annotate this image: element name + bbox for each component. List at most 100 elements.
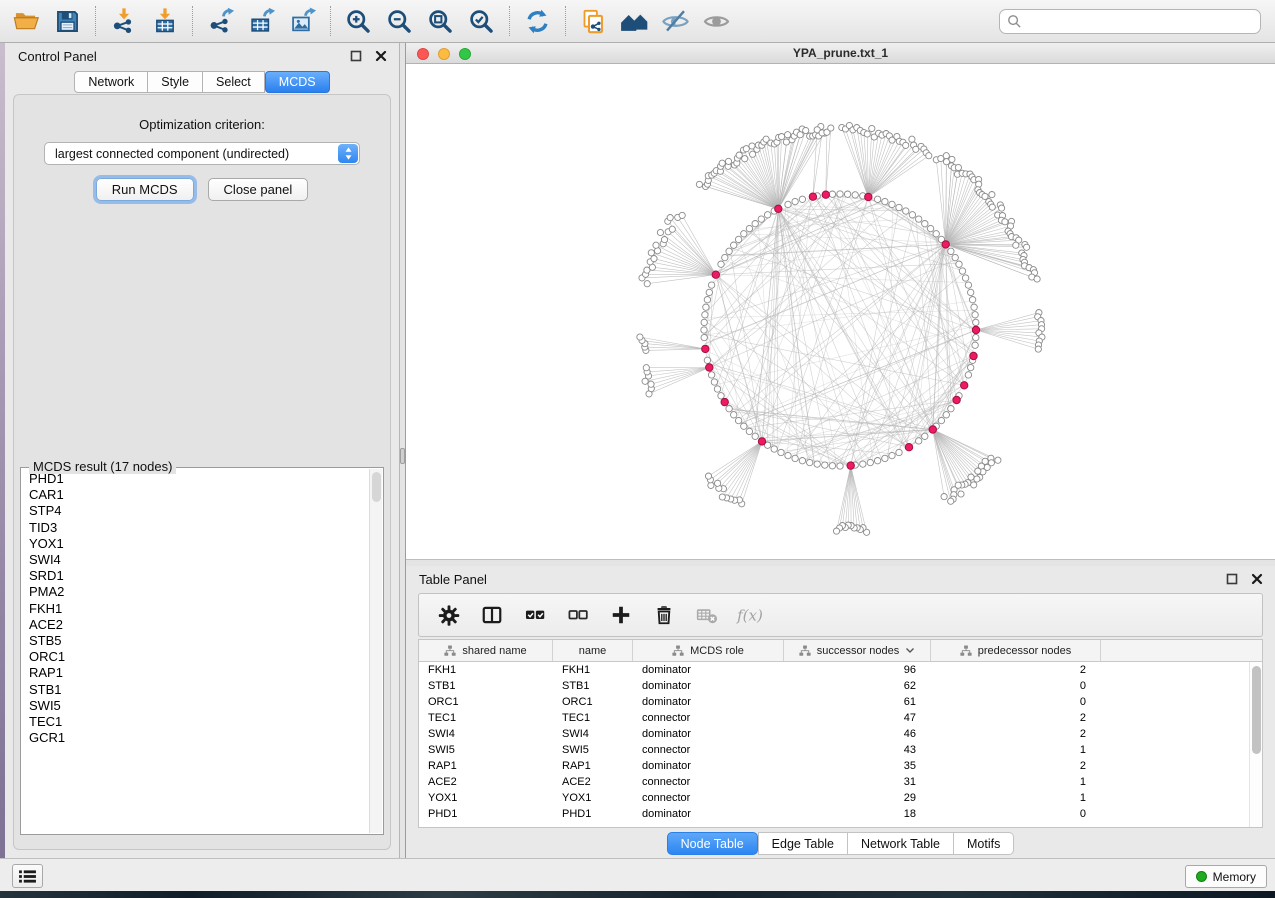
network-node[interactable] bbox=[882, 198, 888, 204]
table-cell[interactable]: connector bbox=[633, 774, 784, 790]
network-node[interactable] bbox=[702, 312, 708, 318]
float-panel-icon[interactable] bbox=[350, 50, 362, 62]
close-panel-button[interactable]: Close panel bbox=[208, 178, 309, 201]
network-node[interactable] bbox=[667, 215, 673, 221]
network-node[interactable] bbox=[719, 160, 725, 166]
network-node[interactable] bbox=[903, 142, 909, 148]
mcds-result-item[interactable]: CAR1 bbox=[22, 487, 368, 503]
table-cell[interactable]: 0 bbox=[931, 694, 1101, 710]
network-node[interactable] bbox=[726, 248, 732, 254]
network-node[interactable] bbox=[807, 459, 813, 465]
network-node[interactable] bbox=[874, 196, 880, 202]
mcds-network-node[interactable] bbox=[758, 438, 765, 445]
network-node[interactable] bbox=[844, 191, 850, 197]
table-cell[interactable]: 35 bbox=[784, 758, 931, 774]
network-node[interactable] bbox=[955, 164, 961, 170]
settings-gear-button[interactable] bbox=[435, 600, 463, 630]
table-row[interactable]: YOX1YOX1connector291 bbox=[419, 790, 1262, 806]
mcds-result-item[interactable]: YOX1 bbox=[22, 536, 368, 552]
open-folder-button[interactable] bbox=[6, 3, 47, 39]
table-row[interactable]: FKH1FKH1dominator962 bbox=[419, 662, 1262, 678]
export-network-button[interactable] bbox=[200, 3, 241, 39]
table-cell[interactable]: SWI5 bbox=[553, 742, 633, 758]
network-node[interactable] bbox=[653, 242, 659, 248]
mcds-result-item[interactable]: STB1 bbox=[22, 682, 368, 698]
column-header-MCDS-role[interactable]: MCDS role bbox=[633, 640, 784, 661]
table-cell[interactable]: PHD1 bbox=[553, 806, 633, 822]
network-node[interactable] bbox=[969, 297, 975, 303]
network-node[interactable] bbox=[814, 461, 820, 467]
network-node[interactable] bbox=[778, 449, 784, 455]
network-node[interactable] bbox=[889, 452, 895, 458]
network-node[interactable] bbox=[803, 127, 809, 133]
mcds-result-item[interactable]: PHD1 bbox=[22, 471, 368, 487]
split-panel-button[interactable] bbox=[478, 600, 506, 630]
table-cell[interactable]: ORC1 bbox=[419, 694, 553, 710]
eye-button[interactable] bbox=[696, 3, 737, 39]
table-cell[interactable]: 0 bbox=[931, 678, 1101, 694]
network-node[interactable] bbox=[708, 372, 714, 378]
network-node[interactable] bbox=[833, 528, 839, 534]
import-table-button[interactable] bbox=[144, 3, 185, 39]
table-cell[interactable]: SWI4 bbox=[419, 726, 553, 742]
network-node[interactable] bbox=[735, 417, 741, 423]
network-node[interactable] bbox=[889, 201, 895, 207]
network-node[interactable] bbox=[972, 342, 978, 348]
column-header-name[interactable]: name bbox=[553, 640, 633, 661]
network-node[interactable] bbox=[704, 357, 710, 363]
mcds-network-node[interactable] bbox=[942, 241, 949, 248]
table-cell[interactable]: ORC1 bbox=[553, 694, 633, 710]
network-node[interactable] bbox=[704, 297, 710, 303]
column-header-predecessor-nodes[interactable]: predecessor nodes bbox=[931, 640, 1101, 661]
mcds-result-item[interactable]: STP4 bbox=[22, 503, 368, 519]
network-node[interactable] bbox=[952, 254, 958, 260]
eye-slash-button[interactable] bbox=[655, 3, 696, 39]
table-scrollbar[interactable] bbox=[1249, 662, 1262, 827]
tab-edge-table[interactable]: Edge Table bbox=[758, 832, 848, 855]
table-cell[interactable]: YOX1 bbox=[419, 790, 553, 806]
network-node[interactable] bbox=[989, 204, 995, 210]
network-node[interactable] bbox=[726, 406, 732, 412]
mcds-network-node[interactable] bbox=[847, 462, 854, 469]
float-panel-icon[interactable] bbox=[1226, 573, 1238, 585]
table-cell[interactable]: FKH1 bbox=[419, 662, 553, 678]
network-node[interactable] bbox=[746, 428, 752, 434]
table-row[interactable]: RAP1RAP1dominator352 bbox=[419, 758, 1262, 774]
zoom-in-button[interactable] bbox=[338, 3, 379, 39]
refresh-button[interactable] bbox=[517, 3, 558, 39]
network-node[interactable] bbox=[752, 433, 758, 439]
table-cell[interactable]: 0 bbox=[931, 806, 1101, 822]
table-cell[interactable]: TEC1 bbox=[553, 710, 633, 726]
table-row[interactable]: SWI5SWI5connector431 bbox=[419, 742, 1262, 758]
save-disk-button[interactable] bbox=[47, 3, 88, 39]
network-node[interactable] bbox=[975, 468, 981, 474]
network-node[interactable] bbox=[703, 304, 709, 310]
network-node[interactable] bbox=[785, 201, 791, 207]
horizontal-splitter[interactable] bbox=[406, 559, 1275, 566]
network-node[interactable] bbox=[828, 125, 834, 131]
network-node[interactable] bbox=[829, 191, 835, 197]
network-node[interactable] bbox=[701, 334, 707, 340]
network-node[interactable] bbox=[701, 319, 707, 325]
table-row[interactable]: ACE2ACE2connector311 bbox=[419, 774, 1262, 790]
table-row[interactable]: TEC1TEC1connector472 bbox=[419, 710, 1262, 726]
mcds-network-node[interactable] bbox=[775, 205, 782, 212]
network-node[interactable] bbox=[714, 386, 720, 392]
close-panel-icon[interactable] bbox=[375, 50, 387, 62]
network-node[interactable] bbox=[711, 379, 717, 385]
network-node[interactable] bbox=[779, 134, 785, 140]
mcds-network-node[interactable] bbox=[970, 352, 977, 359]
table-cell[interactable]: STB1 bbox=[419, 678, 553, 694]
network-node[interactable] bbox=[922, 221, 928, 227]
network-node[interactable] bbox=[882, 455, 888, 461]
table-row[interactable]: SWI4SWI4dominator462 bbox=[419, 726, 1262, 742]
delete-table-button[interactable] bbox=[693, 600, 721, 630]
import-network-button[interactable] bbox=[103, 3, 144, 39]
close-panel-icon[interactable] bbox=[1251, 573, 1263, 585]
tab-motifs[interactable]: Motifs bbox=[954, 832, 1014, 855]
table-cell[interactable]: SWI4 bbox=[553, 726, 633, 742]
mcds-network-node[interactable] bbox=[702, 345, 709, 352]
tab-node-table[interactable]: Node Table bbox=[667, 832, 758, 855]
table-cell[interactable]: dominator bbox=[633, 694, 784, 710]
network-node[interactable] bbox=[785, 452, 791, 458]
